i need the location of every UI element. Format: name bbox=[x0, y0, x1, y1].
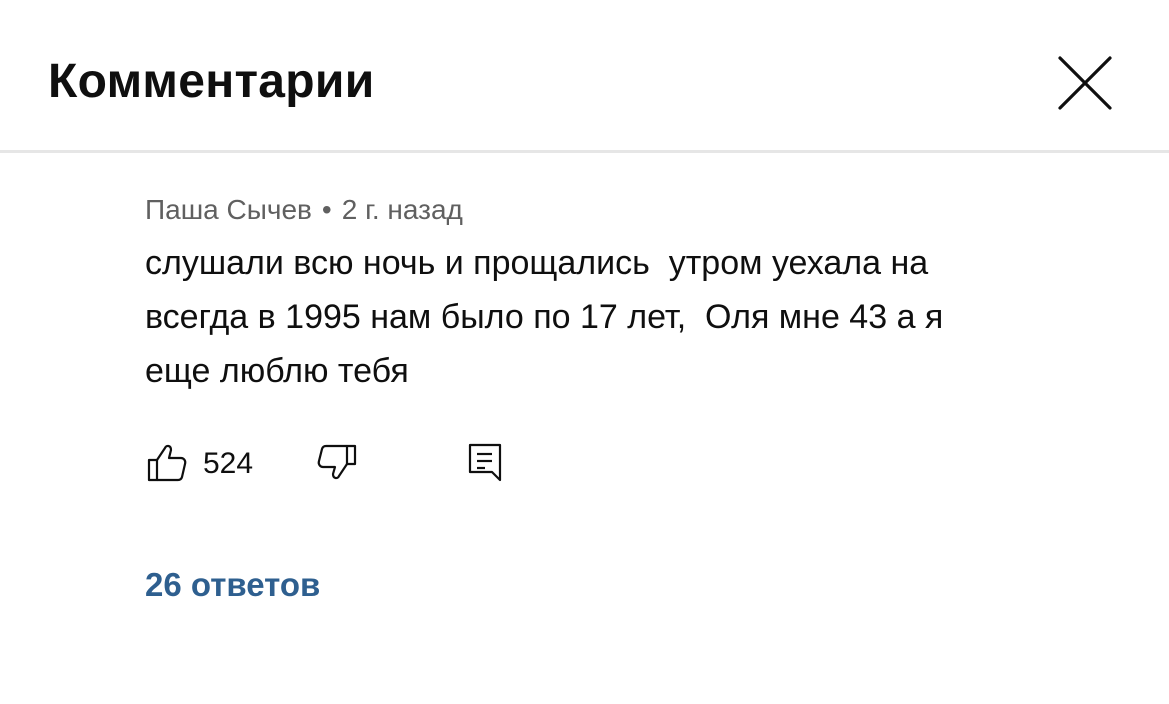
comment: Паша Сычев • 2 г. назад слушали всю ночь и… bbox=[145, 190, 1065, 398]
comment-meta: Паша Сычев • 2 г. назад bbox=[145, 190, 1065, 230]
thumbs-down-icon bbox=[317, 444, 357, 480]
like-count: 524 bbox=[203, 447, 254, 480]
comment-actions: 524 bbox=[145, 440, 545, 488]
close-button[interactable] bbox=[1052, 50, 1118, 116]
comment-time: 2 г. назад bbox=[341, 194, 463, 225]
reply-icon bbox=[468, 443, 502, 482]
comment-text: слушали всю ночь и прощались утром уехал… bbox=[145, 244, 944, 390]
reply-button[interactable] bbox=[465, 440, 505, 484]
page-title: Комментарии bbox=[48, 55, 375, 108]
close-icon bbox=[1058, 56, 1112, 110]
replies-link[interactable]: 26 ответов bbox=[145, 562, 320, 608]
meta-separator: • bbox=[321, 194, 332, 225]
comments-header: Комментарии bbox=[0, 0, 1169, 153]
thumbs-up-icon bbox=[147, 444, 187, 482]
dislike-button[interactable] bbox=[315, 440, 359, 484]
like-button[interactable] bbox=[145, 440, 189, 484]
comment-author[interactable]: Паша Сычев bbox=[145, 194, 312, 225]
